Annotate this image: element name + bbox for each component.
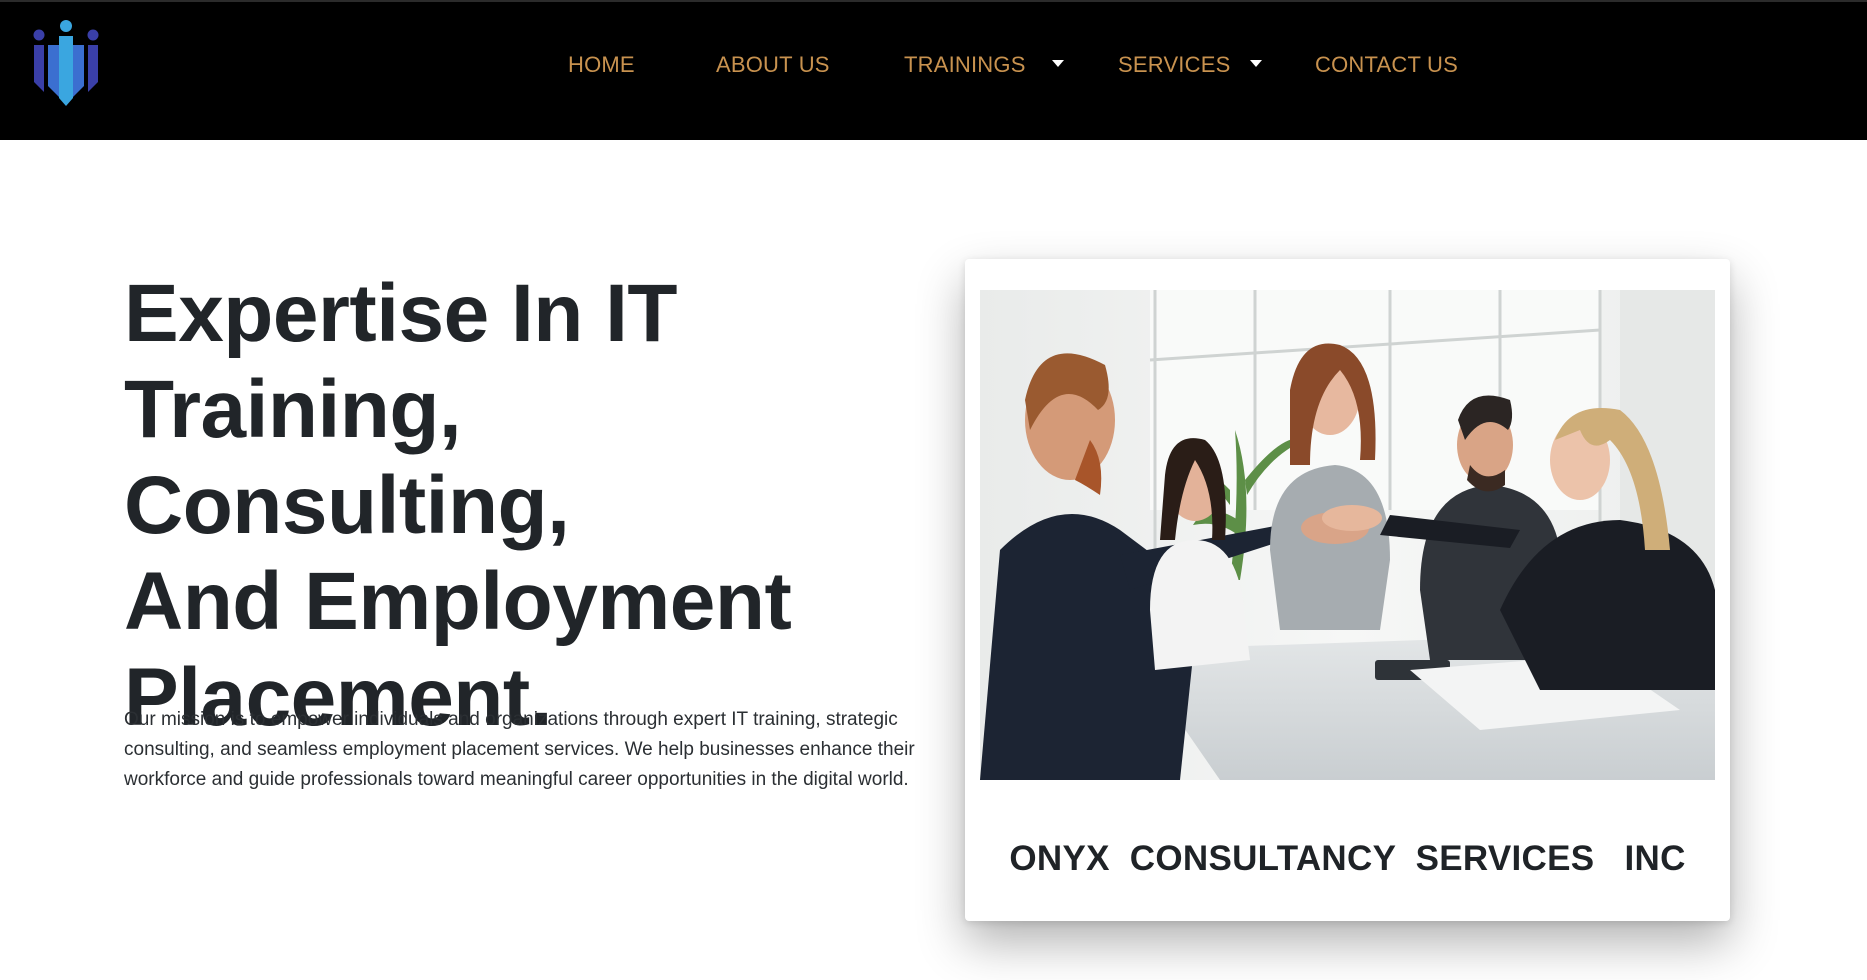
trainings-caret-down-icon[interactable]	[1052, 60, 1064, 67]
nav-contact-link[interactable]: CONTACT US	[1315, 52, 1458, 78]
nav-trainings-link[interactable]: TRAININGS	[904, 52, 1026, 78]
headline-line: Expertise In IT	[124, 268, 678, 359]
nav-about-link[interactable]: ABOUT US	[716, 52, 830, 78]
services-caret-down-icon[interactable]	[1250, 60, 1262, 67]
hero-headline: Expertise In IT Training, Consulting, An…	[124, 266, 924, 746]
nav-services-link[interactable]: SERVICES	[1118, 52, 1230, 78]
headline-line: And Employment	[124, 556, 792, 647]
team-hands-together-photo	[980, 290, 1715, 780]
nav-home-link[interactable]: HOME	[568, 52, 635, 78]
headline-line: Training, Consulting,	[124, 364, 570, 551]
company-card: ONYX CONSULTANCY SERVICES INC	[965, 259, 1730, 921]
mission-paragraph: Our mission is to empower individuals an…	[124, 709, 915, 790]
company-name: ONYX CONSULTANCY SERVICES INC	[1009, 839, 1686, 878]
top-navbar: HOME ABOUT US TRAININGS SERVICES CONTACT…	[0, 0, 1867, 140]
people-group-logo-icon[interactable]	[30, 18, 102, 108]
